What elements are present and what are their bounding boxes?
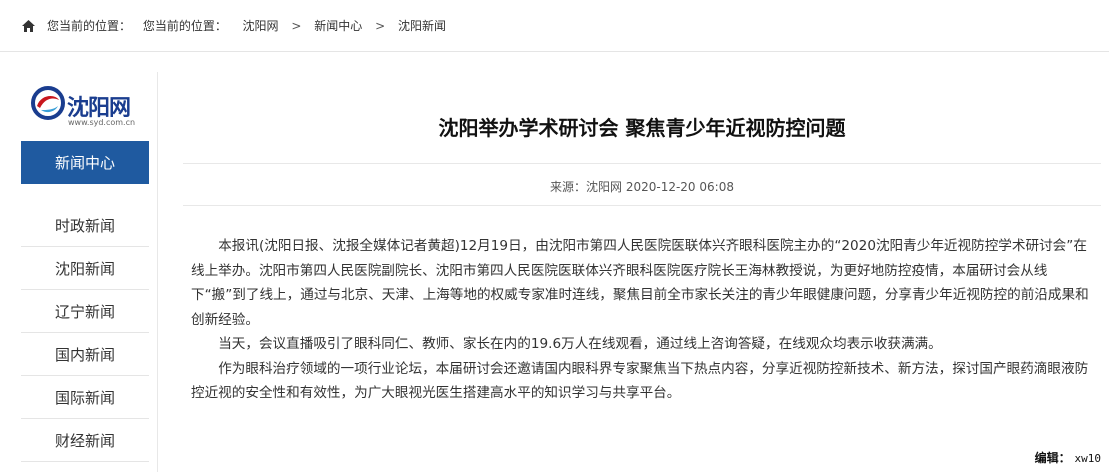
syd-logo-icon [31, 86, 65, 120]
article-paragraph: 当天，会议直播吸引了眼科同仁、教师、家长在内的19.6万人在线观看，通过线上咨询… [218, 336, 942, 352]
title-divider [183, 163, 1101, 164]
meta-divider [183, 205, 1101, 206]
editor-name: xw10 [1074, 452, 1102, 465]
breadcrumb: 您当前的位置： 您当前的位置： 沈阳网 > 新闻中心 > 沈阳新闻 [0, 0, 1109, 52]
article-paragraph: 本报讯(沈阳日报、沈报全媒体记者黄超)12月19日，由沈阳市第四人民医院医联体兴… [191, 238, 1089, 328]
breadcrumb-label-2: 您当前的位置： [142, 19, 227, 33]
sidebar-item-finance[interactable]: 财经新闻 [21, 419, 149, 462]
sidebar-item-politics[interactable]: 时政新闻 [21, 204, 149, 247]
article-paragraph: 作为眼科治疗领域的一项行业论坛，本届研讨会还邀请国内眼科界专家聚焦当下热点内容，… [191, 360, 1089, 402]
sidebar-item-domestic[interactable]: 国内新闻 [21, 333, 149, 376]
sidebar-divider [157, 72, 158, 472]
breadcrumb-separator: > [291, 19, 302, 33]
editor-credit: 编辑： xw10 [1035, 449, 1101, 466]
breadcrumb-link-home[interactable]: 沈阳网 [243, 18, 279, 34]
sidebar-item-news-center[interactable]: 新闻中心 [21, 141, 149, 184]
breadcrumb-link-shenyang-news[interactable]: 沈阳新闻 [398, 18, 446, 34]
sidebar-item-liaoning[interactable]: 辽宁新闻 [21, 290, 149, 333]
breadcrumb-link-news-center[interactable]: 新闻中心 [314, 18, 362, 34]
sidebar-nav: 时政新闻 沈阳新闻 辽宁新闻 国内新闻 国际新闻 财经新闻 [21, 204, 149, 462]
article-title: 沈阳举办学术研讨会 聚焦青少年近视防控问题 [438, 116, 846, 140]
breadcrumb-separator: > [375, 19, 386, 33]
sidebar-item-shenyang[interactable]: 沈阳新闻 [21, 247, 149, 290]
article-meta: 来源：沈阳网 2020-12-20 06:08 [550, 180, 734, 194]
breadcrumb-label: 您当前的位置： [47, 19, 132, 33]
sidebar-item-international[interactable]: 国际新闻 [21, 376, 149, 419]
logo-url: www.syd.com.cn [68, 118, 136, 127]
home-icon[interactable] [22, 20, 35, 32]
editor-label: 编辑： [1034, 451, 1071, 465]
site-logo[interactable]: 沈阳网 www.syd.com.cn [31, 82, 141, 127]
article-body: 本报讯(沈阳日报、沈报全媒体记者黄超)12月19日，由沈阳市第四人民医院医联体兴… [191, 234, 1095, 406]
